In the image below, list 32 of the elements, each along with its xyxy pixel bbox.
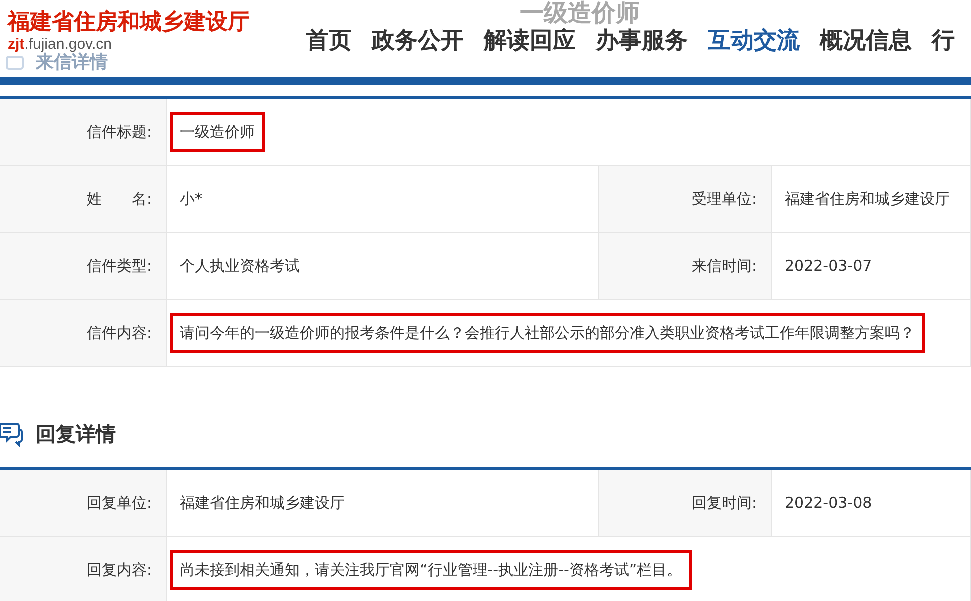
- field-label: 来信时间:: [692, 256, 757, 277]
- field-label: 信件标题:: [86, 122, 152, 143]
- field-label: 受理单位:: [692, 188, 757, 210]
- chat-icon: [0, 420, 24, 446]
- field-value: 小*: [179, 188, 204, 210]
- field-label: 信件内容:: [86, 322, 152, 344]
- field-label: 信件类型:: [86, 256, 152, 277]
- field-label: 回复单位:: [86, 492, 152, 514]
- section-heading: 来信详情: [36, 52, 108, 74]
- nav-item[interactable]: 解读回应: [484, 24, 576, 58]
- field-label: 姓 名:: [86, 188, 152, 210]
- nav-item[interactable]: 行: [932, 24, 955, 58]
- nav-item[interactable]: 办事服务: [596, 24, 688, 58]
- letter-icon: [6, 53, 26, 73]
- site-domain[interactable]: zjt.fujian.gov.cn: [8, 36, 250, 54]
- site-name[interactable]: 福建省住房和城乡建设厅: [8, 8, 250, 36]
- field-value: 个人执业资格考试: [179, 256, 301, 277]
- nav-item[interactable]: 互动交流: [708, 24, 800, 58]
- field-value: 请问今年的一级造价师的报考条件是什么？会推行人社部公示的部分准入类职业资格考试工作年限调整方案吗？: [170, 312, 925, 354]
- field-value: 一级造价师: [170, 112, 265, 152]
- nav-item[interactable]: 首页: [306, 24, 352, 58]
- field-value: 2022-03-07: [784, 256, 874, 277]
- field-label: 回复时间:: [692, 492, 757, 514]
- field-value: 2022-03-08: [784, 492, 874, 514]
- nav-item[interactable]: 概况信息: [820, 24, 912, 58]
- page-title: 一级造价师: [520, 0, 640, 26]
- field-value: 福建省住房和城乡建设厅: [179, 492, 346, 514]
- nav-item[interactable]: 政务公开: [372, 24, 464, 58]
- section-heading: 回复详情: [36, 420, 116, 448]
- field-value: 尚未接到相关通知，请关注我厅官网“行业管理--执业注册--资格考试”栏目。: [170, 550, 692, 590]
- field-value: 福建省住房和城乡建设厅: [784, 188, 951, 210]
- field-label: 回复内容:: [86, 560, 152, 581]
